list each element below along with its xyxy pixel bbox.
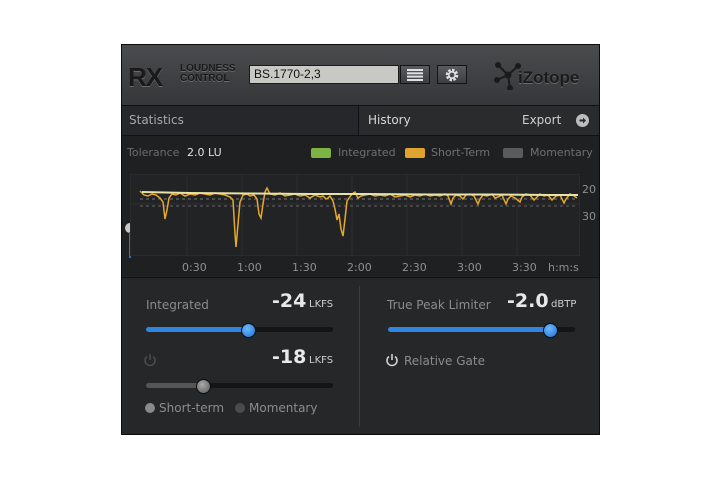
integrated-unit: LKFS (309, 299, 334, 310)
y-tick-label: 20 (582, 183, 596, 196)
panel-divider (359, 286, 360, 427)
short-term-unit: LKFS (309, 355, 334, 366)
short-term-radio[interactable] (145, 403, 155, 413)
y-tick-label: 30 (582, 210, 596, 223)
time-tick-label: 0:30 (182, 261, 207, 274)
integrated-slider-knob[interactable] (240, 323, 256, 338)
gear-icon (445, 68, 459, 81)
settings-button[interactable] (437, 65, 467, 84)
history-panel: Tolerance 2.0 LU Integrated Short-Term M… (122, 136, 599, 276)
power-toggle-icon[interactable] (143, 353, 157, 367)
header-bar: RX LOUDNESS CONTROL BS.1770-2,3 iZotope (122, 45, 599, 106)
legend-swatch-short-term[interactable] (405, 148, 425, 158)
tolerance-value[interactable]: 2.0 LU (187, 146, 222, 159)
legend-short-term[interactable]: Short-Term (431, 146, 490, 159)
loudness-control-plugin: RX LOUDNESS CONTROL BS.1770-2,3 iZotope … (121, 44, 600, 435)
integrated-label: Integrated (146, 298, 209, 312)
export-button[interactable]: Export (522, 106, 599, 135)
logo-subtitle: LOUDNESS CONTROL (180, 63, 236, 84)
controls-panel: Integrated -24 LKFS -18 LKFS Short-term … (122, 277, 599, 434)
true-peak-value[interactable]: -2.0 (507, 290, 549, 312)
integrated-target-value[interactable]: -24 (272, 290, 306, 312)
relative-gate-power-icon[interactable] (385, 353, 399, 367)
short-term-option-label[interactable]: Short-term (159, 401, 224, 415)
integrated-slider-fill (146, 327, 247, 332)
time-unit-label: h:m:s (548, 261, 579, 274)
rx-logo: RX (128, 62, 163, 92)
tolerance-label: Tolerance (127, 146, 180, 159)
time-tick-label: 2:00 (347, 261, 372, 274)
true-peak-slider[interactable] (388, 323, 575, 338)
arrow-right-icon (576, 114, 589, 127)
preset-field[interactable]: BS.1770-2,3 (249, 65, 399, 84)
list-menu-icon (407, 68, 423, 81)
time-tick-label: 2:30 (402, 261, 427, 274)
relative-gate-label[interactable]: Relative Gate (404, 354, 485, 368)
time-tick-label: 3:30 (512, 261, 537, 274)
legend-integrated[interactable]: Integrated (338, 146, 396, 159)
izotope-logo: iZotope (494, 60, 594, 90)
short-term-slider[interactable] (146, 379, 333, 394)
preset-menu-button[interactable] (400, 65, 430, 84)
tab-history[interactable]: History (360, 106, 490, 135)
time-tick-label: 1:30 (292, 261, 317, 274)
time-tick-label: 3:00 (457, 261, 482, 274)
momentary-radio[interactable] (235, 403, 245, 413)
short-term-target-value[interactable]: -18 (272, 346, 306, 368)
momentary-option-label[interactable]: Momentary (249, 401, 317, 415)
legend-momentary[interactable]: Momentary (530, 146, 593, 159)
time-tick-label: 1:00 (237, 261, 262, 274)
true-peak-slider-knob[interactable] (542, 323, 558, 338)
tab-statistics[interactable]: Statistics (122, 106, 359, 135)
loudness-history-graph[interactable] (130, 174, 580, 256)
short-term-slider-fill (146, 383, 203, 388)
true-peak-label: True Peak Limiter (387, 298, 491, 312)
true-peak-slider-fill (388, 327, 549, 332)
short-term-slider-knob[interactable] (196, 379, 212, 394)
legend-swatch-momentary[interactable] (503, 148, 523, 158)
true-peak-unit: dBTP (551, 299, 577, 310)
legend-swatch-integrated[interactable] (311, 148, 331, 158)
integrated-slider[interactable] (146, 323, 333, 338)
tab-bar: Statistics History Export (122, 106, 599, 136)
